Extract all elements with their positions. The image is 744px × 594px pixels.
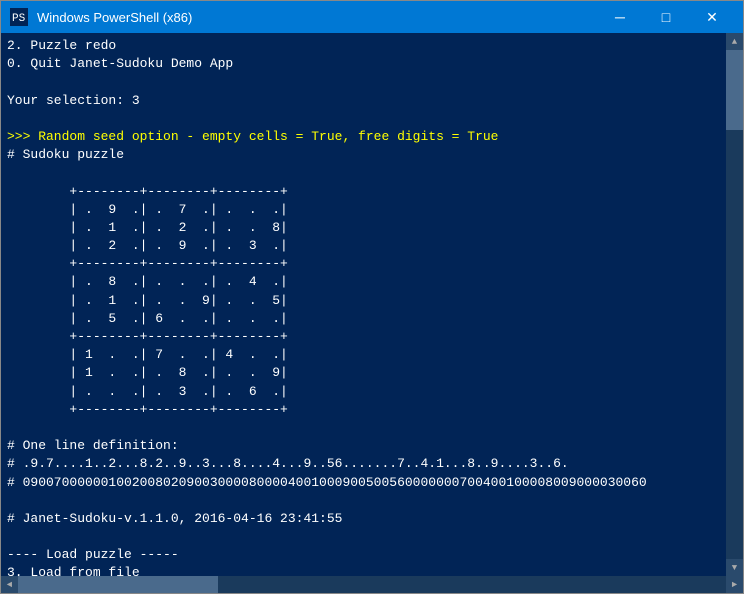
console-line [7, 528, 720, 546]
console-line: 3. Load from file [7, 564, 720, 576]
console-line: +--------+--------+--------+ [7, 255, 720, 273]
scroll-track [726, 50, 743, 559]
console-line: | . 8 .| . . .| . 4 .| [7, 273, 720, 291]
horizontal-scrollbar: ◄ ► [1, 576, 743, 593]
console-line: # Janet-Sudoku-v.1.1.0, 2016-04-16 23:41… [7, 510, 720, 528]
console-line: >>> Random seed option - empty cells = T… [7, 128, 720, 146]
window-controls: ─ □ ✕ [597, 1, 735, 33]
svg-text:PS: PS [12, 13, 26, 25]
scroll-up-arrow[interactable]: ▲ [726, 33, 743, 50]
console-line: | . 2 .| . 9 .| . 3 .| [7, 237, 720, 255]
console-line: 2. Puzzle redo [7, 37, 720, 55]
console-line: | . 9 .| . 7 .| . . .| [7, 201, 720, 219]
scroll-right-arrow[interactable]: ► [726, 576, 743, 593]
console-line: Your selection: 3 [7, 92, 720, 110]
console-line: | . 1 .| . 2 .| . . 8| [7, 219, 720, 237]
console-line: # Sudoku puzzle [7, 146, 720, 164]
maximize-button[interactable]: □ [643, 1, 689, 33]
console-output[interactable]: 2. Puzzle redo 0. Quit Janet-Sudoku Demo… [1, 33, 726, 576]
console-line: +--------+--------+--------+ [7, 183, 720, 201]
console-line: +--------+--------+--------+ [7, 328, 720, 346]
console-line: +--------+--------+--------+ [7, 401, 720, 419]
vertical-scrollbar[interactable]: ▲ ▼ [726, 33, 743, 576]
console-area: 2. Puzzle redo 0. Quit Janet-Sudoku Demo… [1, 33, 743, 576]
console-line [7, 164, 720, 182]
console-line [7, 73, 720, 91]
console-line: | . 1 .| . . 9| . . 5| [7, 292, 720, 310]
window-title: Windows PowerShell (x86) [37, 10, 597, 25]
console-line: # One line definition: [7, 437, 720, 455]
scroll-down-arrow[interactable]: ▼ [726, 559, 743, 576]
title-bar: PS Windows PowerShell (x86) ─ □ ✕ [1, 1, 743, 33]
console-line: 0. Quit Janet-Sudoku Demo App [7, 55, 720, 73]
minimize-button[interactable]: ─ [597, 1, 643, 33]
powershell-window: PS Windows PowerShell (x86) ─ □ ✕ 2. Puz… [0, 0, 744, 594]
console-line [7, 492, 720, 510]
console-line: ---- Load puzzle ----- [7, 546, 720, 564]
console-line: # 09007000000100200802090030000800004001… [7, 474, 720, 492]
close-button[interactable]: ✕ [689, 1, 735, 33]
console-line: | . . .| . 3 .| . 6 .| [7, 383, 720, 401]
console-line [7, 419, 720, 437]
console-line: # .9.7....1..2...8.2..9..3...8....4...9.… [7, 455, 720, 473]
console-line: | 1 . .| 7 . .| 4 . .| [7, 346, 720, 364]
scroll-left-arrow[interactable]: ◄ [1, 576, 18, 593]
scroll-thumb-h[interactable] [18, 576, 218, 593]
scroll-thumb[interactable] [726, 50, 743, 130]
console-line: | 1 . .| . 8 .| . . 9| [7, 364, 720, 382]
scroll-track-h [18, 576, 726, 593]
console-line [7, 110, 720, 128]
app-icon: PS [9, 7, 29, 27]
console-line: | . 5 .| 6 . .| . . .| [7, 310, 720, 328]
